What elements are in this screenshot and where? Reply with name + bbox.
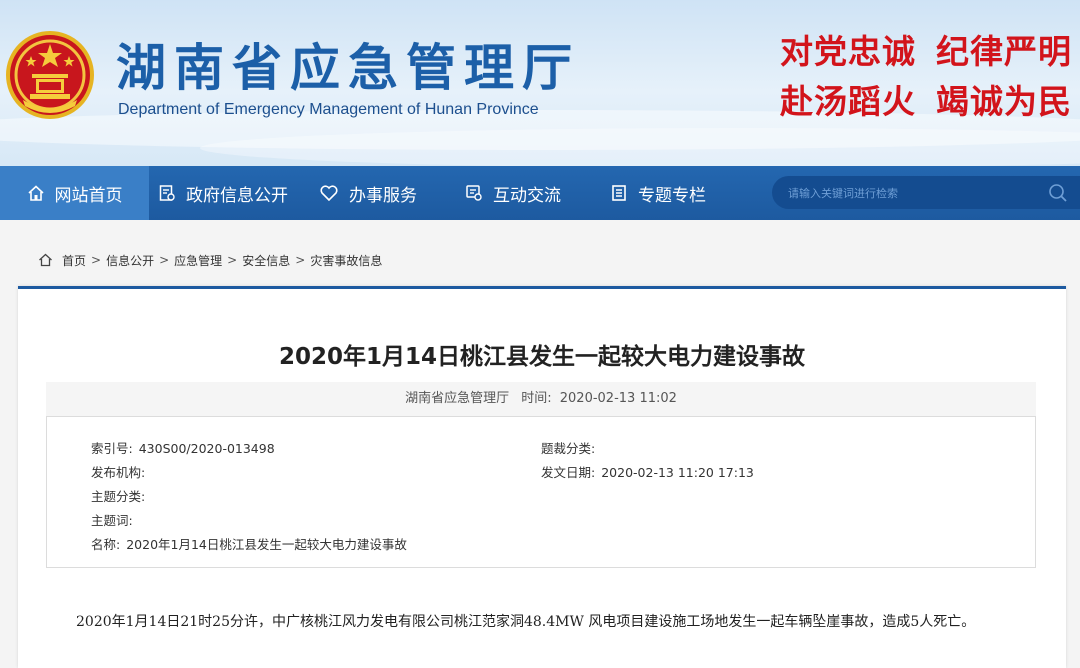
info-label: 主题词:: [91, 513, 133, 528]
nav-item-label: 专题专栏: [638, 185, 706, 206]
list-icon: [612, 185, 626, 201]
slogan-phrase: 纪律严明: [936, 32, 1072, 71]
nav-item-gov-info[interactable]: 政府信息公开: [158, 166, 288, 220]
nav-item-services[interactable]: 办事服务: [319, 166, 417, 220]
nav-item-label: 网站首页: [54, 185, 123, 206]
article-title: 2020年1月14日桃江县发生一起较大电力建设事故: [278, 344, 806, 370]
breadcrumb-separator: >: [91, 253, 102, 267]
info-label: 题裁分类:: [541, 441, 596, 456]
info-name: 名称: 2020年1月14日桃江县发生一起较大电力建设事故: [91, 534, 407, 553]
info-index: 索引号: 430S00/2020-013498: [91, 438, 275, 457]
chat-icon: [466, 185, 482, 201]
nav-item-label: 互动交流: [493, 185, 561, 206]
home-icon: [27, 185, 44, 201]
site-title: 湖南省应急管理厅: [116, 39, 580, 97]
nav-item-label: 政府信息公开: [186, 185, 288, 206]
article-time: 2020-02-13 11:02: [559, 391, 677, 406]
nav-item-home[interactable]: 网站首页: [0, 166, 149, 220]
info-keywords: 主题词:: [91, 510, 139, 529]
info-value: 2020年1月14日桃江县发生一起较大电力建设事故: [126, 537, 407, 552]
home-icon: [39, 253, 52, 267]
info-value: 430S00/2020-013498: [138, 441, 275, 456]
search-input[interactable]: [786, 176, 1040, 211]
nav-item-interaction[interactable]: 互动交流: [465, 166, 561, 220]
slogan-line-1: 对党忠诚 纪律严明: [780, 32, 1072, 72]
site-banner: 湖南省应急管理厅 Department of Emergency Managem…: [0, 0, 1080, 166]
article-panel: 2020年1月14日桃江县发生一起较大电力建设事故 湖南省应急管理厅 时间: 2…: [18, 286, 1066, 668]
article-source: 湖南省应急管理厅: [405, 391, 510, 406]
breadcrumb: 首页 > 信息公开 > 应急管理 > 安全信息 > 灾害事故信息: [38, 251, 382, 269]
search-icon[interactable]: [1048, 183, 1068, 203]
breadcrumb-separator: >: [227, 253, 238, 267]
article-info-box: 索引号: 430S00/2020-013498 发布机构: 主题分类: 主题词: …: [46, 416, 1036, 568]
info-label: 发文日期:: [541, 465, 596, 480]
breadcrumb-safety-info[interactable]: 安全信息: [242, 252, 290, 269]
breadcrumb-info-open[interactable]: 信息公开: [106, 252, 154, 269]
national-emblem-icon: [6, 31, 94, 119]
info-publisher: 发布机构:: [91, 462, 151, 481]
slogan-line-2: 赴汤蹈火 竭诚为民: [780, 82, 1072, 122]
article-time-label: 时间:: [521, 391, 552, 406]
nav-item-topics[interactable]: 专题专栏: [610, 166, 706, 220]
info-date: 发文日期: 2020-02-13 11:20 17:13: [541, 462, 754, 481]
slogan-phrase: 竭诚为民: [936, 82, 1072, 121]
article-body: 2020年1月14日21时25分许，中广核桃江风力发电有限公司桃江范家洞48.4…: [76, 614, 976, 630]
slogan-phrase: 赴汤蹈火: [780, 82, 916, 121]
slogan-phrase: 对党忠诚: [780, 32, 916, 71]
breadcrumb-disaster-info[interactable]: 灾害事故信息: [310, 252, 382, 269]
document-icon: [159, 185, 175, 201]
info-genre: 题裁分类:: [541, 438, 601, 457]
site-subtitle: Department of Emergency Management of Hu…: [118, 101, 539, 118]
info-label: 名称:: [91, 537, 121, 552]
breadcrumb-separator: >: [295, 253, 306, 267]
breadcrumb-separator: >: [159, 253, 170, 267]
info-value: 2020-02-13 11:20 17:13: [601, 465, 754, 480]
info-label: 发布机构:: [91, 465, 146, 480]
search-box: [772, 176, 1080, 211]
nav-item-label: 办事服务: [349, 185, 417, 206]
breadcrumb-emergency[interactable]: 应急管理: [174, 252, 222, 269]
heart-icon: [320, 185, 338, 202]
info-label: 主题分类:: [91, 489, 146, 504]
info-label: 索引号:: [91, 441, 133, 456]
info-topic: 主题分类:: [91, 486, 151, 505]
breadcrumb-home[interactable]: 首页: [62, 252, 86, 269]
article-meta: 湖南省应急管理厅 时间: 2020-02-13 11:02: [46, 382, 1036, 416]
